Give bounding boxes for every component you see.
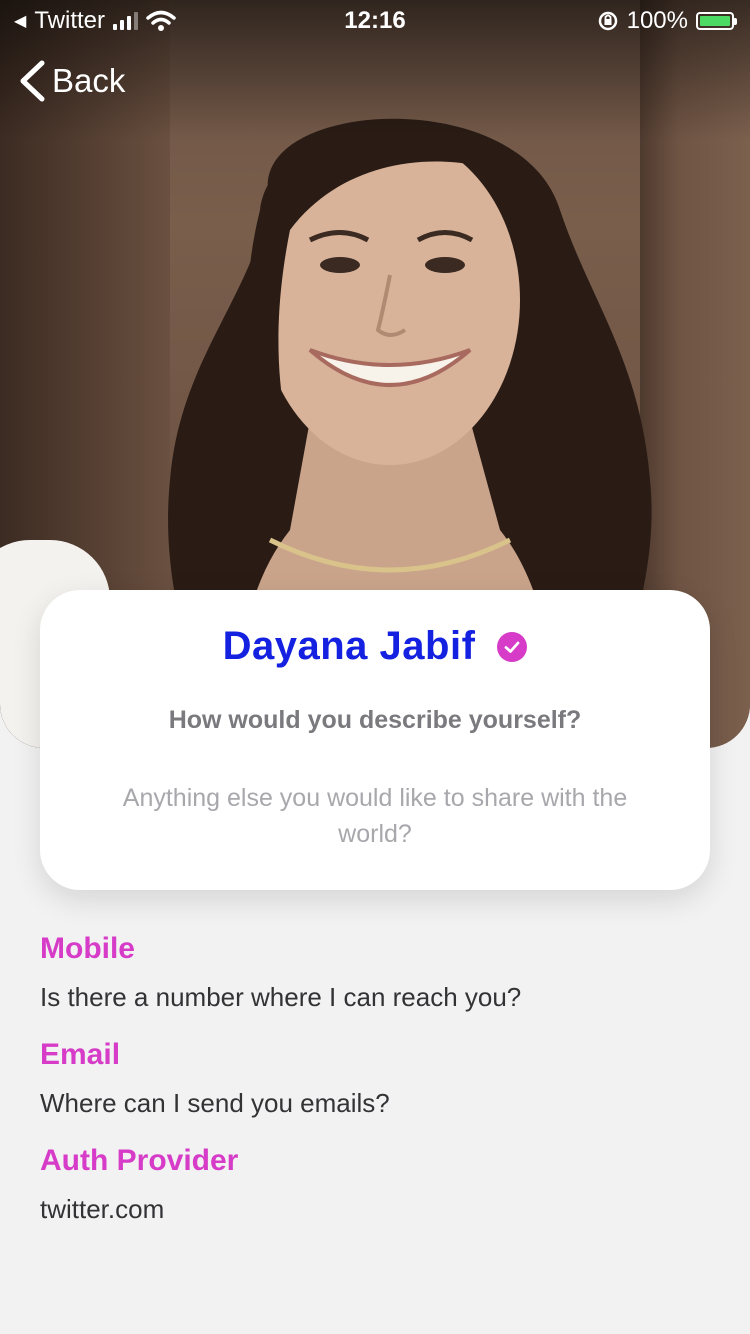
profile-bio: Anything else you would like to share wi… [122, 784, 628, 848]
orientation-lock-icon [598, 11, 617, 31]
profile-card: Dayana Jabif How would you describe your… [40, 590, 710, 890]
verified-badge-icon [497, 631, 528, 662]
back-button[interactable]: Back [18, 60, 125, 102]
email-label: Email [40, 1038, 121, 1071]
profile-name: Dayana Jabif [222, 624, 476, 668]
battery-fill [700, 16, 730, 26]
status-bar: ◀ Twitter 12:16 100% [0, 0, 750, 40]
auth-provider-value: twitter.com [40, 1194, 165, 1224]
back-button-label: Back [52, 62, 126, 99]
chevron-left-icon [20, 60, 45, 102]
profile-headline: How would you describe yourself? [168, 706, 582, 734]
battery-percent: 100% [626, 7, 688, 34]
auth-provider-label: Auth Provider [40, 1144, 239, 1177]
profile-name-row: Dayana Jabif [40, 624, 710, 669]
battery-charging-icon [696, 12, 737, 30]
mobile-label: Mobile [40, 932, 135, 965]
check-icon [504, 641, 520, 653]
email-value[interactable]: Where can I send you emails? [40, 1088, 390, 1119]
status-bar-right: 100% [597, 7, 737, 35]
mobile-value[interactable]: Is there a number where I can reach you? [40, 982, 521, 1013]
